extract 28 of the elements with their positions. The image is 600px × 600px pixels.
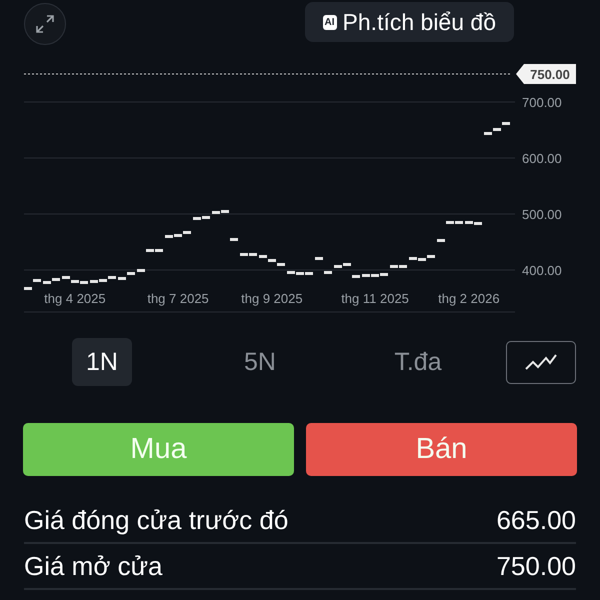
- price-mark: [230, 238, 238, 241]
- chart-analysis-button[interactable]: AI Ph.tích biểu đồ: [304, 2, 514, 42]
- chart-type-button[interactable]: [506, 340, 576, 384]
- ai-badge: AI: [322, 14, 337, 30]
- price-mark: [437, 239, 445, 242]
- price-mark: [315, 257, 323, 260]
- stat-label: Giá mở cửa: [24, 550, 162, 582]
- axis-label: thg 2 2026: [438, 291, 500, 306]
- axis-label: thg 9 2025: [241, 291, 303, 306]
- price-tag: [516, 64, 576, 84]
- range-tab[interactable]: 5N: [230, 338, 290, 386]
- line-chart-icon: [524, 352, 558, 372]
- axis-label: 400.00: [522, 263, 562, 278]
- stat-label: Giá đóng cửa trước đó: [24, 504, 288, 536]
- axis-label: thg 4 2025: [44, 291, 106, 306]
- axis-label: 500.00: [522, 207, 562, 222]
- stat-value: 750.00: [496, 550, 576, 582]
- axis-label: 600.00: [522, 151, 562, 166]
- axis-label: thg 7 2025: [147, 291, 209, 306]
- axis-label: thg 11 2025: [341, 291, 409, 306]
- expand-button[interactable]: [24, 3, 66, 45]
- axis-label: 700.00: [522, 95, 562, 110]
- stat-value: 665.00: [496, 504, 576, 536]
- range-tab[interactable]: T.đa: [378, 338, 458, 386]
- price-tag-label: 750.00: [530, 67, 570, 82]
- range-tab[interactable]: 1N: [72, 338, 132, 386]
- sell-button[interactable]: Bán: [306, 423, 577, 476]
- expand-icon: [35, 14, 55, 34]
